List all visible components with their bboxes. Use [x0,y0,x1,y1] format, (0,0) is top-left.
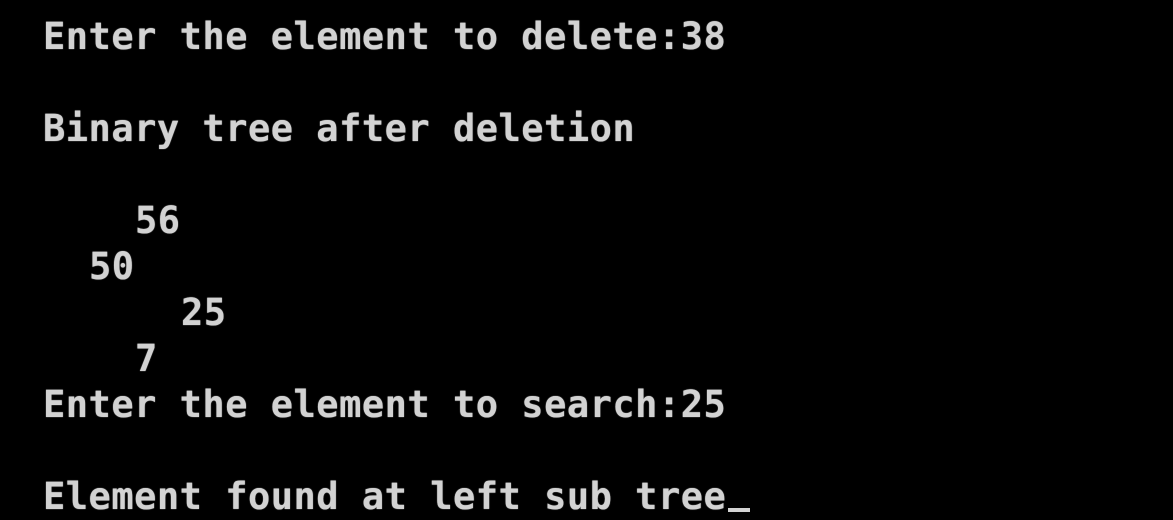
tree-node-25: 25 [181,291,227,334]
text-cursor [728,508,751,512]
prompt-delete-line: Enter the element to delete:38 [43,15,727,58]
result-line: Element found at left sub tree [43,474,751,520]
console-window[interactable]: Enter the element to delete:38 Binary tr… [0,0,1173,520]
tree-node-50: 50 [89,245,135,288]
result-text: Element found at left sub tree [43,475,727,518]
tree-heading: Binary tree after deletion [43,107,636,150]
tree-node-56: 56 [135,199,181,242]
tree-node-7: 7 [135,337,158,380]
prompt-search-line: Enter the element to search:25 [43,383,727,426]
